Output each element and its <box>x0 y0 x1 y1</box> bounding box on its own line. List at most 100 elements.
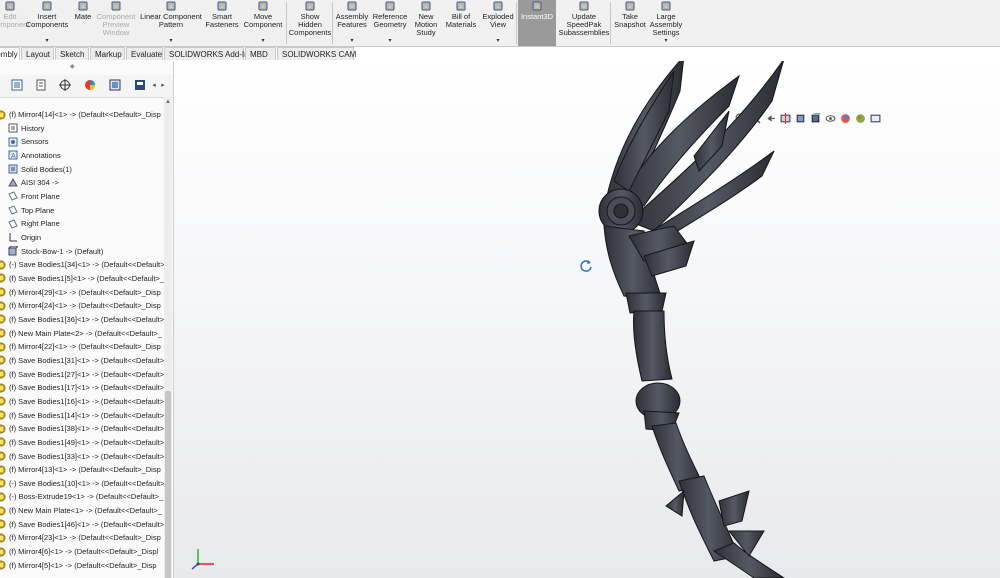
tree-item[interactable]: (f) Save Bodies1[16]<1> -> (Default<<Def… <box>0 395 164 408</box>
tree-item[interactable]: (f) Save Bodies1[14]<1> -> (Default<<Def… <box>0 409 164 422</box>
ribbon-button-label: Bill of Materials <box>445 12 477 29</box>
tab-mbd[interactable]: MBD <box>245 47 276 60</box>
tree-item[interactable]: (f) Save Bodies1[27]<1> -> (Default<<Def… <box>0 368 164 381</box>
ribbon-button-motion-study[interactable]: New Motion Study <box>410 0 442 46</box>
tab-evaluate[interactable]: Evaluate <box>126 47 163 60</box>
ribbon-button-label: Component Preview Window <box>96 12 136 37</box>
tree-item-label: (-) Save Bodies1[10]<1> -> (Default<<Def… <box>9 478 165 488</box>
tree-item[interactable]: (f) Save Bodies1[5]<1> -> (Default<<Defa… <box>0 272 164 285</box>
component-icon <box>0 328 6 338</box>
tree-item[interactable]: Right Plane <box>8 217 60 230</box>
tree-item[interactable]: (-) Save Bodies1[34]<1> -> (Default<<Def… <box>0 258 165 271</box>
tab-solidworks-add-ins[interactable]: SOLIDWORKS Add-Ins <box>164 47 253 60</box>
component-icon <box>0 301 6 311</box>
tree-item-label: (f) Save Bodies1[49]<1> -> (Default<<Def… <box>9 437 165 447</box>
tree-item[interactable]: Sensors <box>8 135 49 148</box>
tree-item[interactable]: (f) Mirror4[22]<1> -> (Default<<Default>… <box>0 340 161 353</box>
chevron-down-icon[interactable]: ▾ <box>261 38 264 46</box>
ribbon-button-label: Smart Fasteners <box>205 12 239 29</box>
ribbon-button-speedpak[interactable]: Update SpeedPak Subassemblies <box>556 0 612 46</box>
ribbon-button-large-assembly[interactable]: Large Assembly Settings ▾ <box>648 0 684 46</box>
ribbon-button-instant3d[interactable]: Instant3D <box>518 0 556 46</box>
chevron-down-icon[interactable]: ▾ <box>664 38 667 46</box>
ribbon-button-bill-of-materials[interactable]: Bill of Materials <box>442 0 480 46</box>
tree-item-label: (f) Mirror4[6]<1> -> (Default<<Default>_… <box>9 547 159 557</box>
ribbon-button-label: Exploded View <box>482 12 514 29</box>
scrollbar-thumb[interactable] <box>165 391 171 578</box>
chevron-down-icon[interactable]: ▾ <box>45 38 48 46</box>
tree-item[interactable]: (f) Save Bodies1[31]<1> -> (Default<<Def… <box>0 354 164 367</box>
tree-item[interactable]: (f) Save Bodies1[46]<1> -> (Default<<Def… <box>0 518 164 531</box>
ribbon-button-insert-components[interactable]: Insert Components ▾ <box>22 0 72 46</box>
panel-grip-icon[interactable]: ◆ <box>70 63 75 70</box>
bow-model-3d[interactable] <box>174 61 1000 578</box>
ribbon-separator <box>286 2 287 44</box>
ribbon-button-component-preview[interactable]: Component Preview Window <box>94 0 138 46</box>
tree-item[interactable]: (f) Mirror4[23]<1> -> (Default<<Default>… <box>0 531 161 544</box>
ribbon-button-smart-fasteners[interactable]: Smart Fasteners <box>204 0 240 46</box>
tree-item[interactable]: History <box>8 122 44 135</box>
tree-item[interactable]: (f) Save Bodies1[17]<1> -> (Default<<Def… <box>0 381 164 394</box>
cam-manager-icon[interactable] <box>108 78 122 92</box>
ribbon-button-linear-pattern[interactable]: Linear Component Pattern ▾ <box>138 0 204 46</box>
tab-scroll-right-icon[interactable]: ▸ <box>159 78 167 92</box>
tab-layout[interactable]: Layout <box>21 47 54 60</box>
tab-scroll-left-icon[interactable]: ◂ <box>150 78 158 92</box>
tree-item[interactable]: (f) Save Bodies1[38]<1> -> (Default<<Def… <box>0 422 164 435</box>
tree-item[interactable]: (f) New Main Plate<2> -> (Default<<Defau… <box>0 327 162 340</box>
chevron-down-icon[interactable]: ▾ <box>169 38 172 46</box>
ribbon-button-snapshot[interactable]: Take Snapshot <box>612 0 648 46</box>
tree-item-label: Front Plane <box>21 191 60 201</box>
plane-icon <box>8 219 18 229</box>
tree-item[interactable]: (f) Save Bodies1[49]<1> -> (Default<<Def… <box>0 436 164 449</box>
chevron-down-icon[interactable]: ▾ <box>388 38 391 46</box>
graphics-area[interactable] <box>174 61 1000 578</box>
ribbon-button-label: Insert Components <box>25 12 69 29</box>
scroll-up-icon[interactable]: ▲ <box>165 99 171 105</box>
tab-markup[interactable]: Markup <box>90 47 125 60</box>
tree-item[interactable]: AISI 304 -> <box>8 176 59 189</box>
featuremanager-tree-icon[interactable] <box>10 78 24 92</box>
tab-solidworks-cam[interactable]: SOLIDWORKS CAM <box>277 47 356 60</box>
ribbon-button-show-hidden[interactable]: Show Hidden Components <box>288 0 332 46</box>
tree-item[interactable]: (f) Save Bodies1[33]<1> -> (Default<<Def… <box>0 450 164 463</box>
tree-item[interactable]: Solid Bodies(1) <box>8 163 72 176</box>
tree-item[interactable]: (f) Mirror4[5]<1> -> (Default<<Default>_… <box>0 559 157 572</box>
tree-item[interactable]: Origin <box>8 231 41 244</box>
component-icon <box>0 451 6 461</box>
tree-item[interactable]: (f) Save Bodies1[36]<1> -> (Default<<Def… <box>0 313 164 326</box>
tab-assembly[interactable]: Assembly <box>0 47 20 60</box>
tree-item[interactable]: (f) Mirror4[6]<1> -> (Default<<Default>_… <box>0 545 158 558</box>
ribbon-button-exploded-view[interactable]: Exploded View ▾ <box>480 0 516 46</box>
tree-item-label: (f) Save Bodies1[17]<1> -> (Default<<Def… <box>9 383 165 393</box>
tree-item[interactable]: (f) Mirror4[24]<1> -> (Default<<Default>… <box>0 299 161 312</box>
ribbon-button-assembly-features[interactable]: Assembly Features ▾ <box>334 0 370 46</box>
tree-item[interactable]: (f) Mirror4[13]<1> -> (Default<<Default>… <box>0 463 161 476</box>
tree-item-label: (f) Save Bodies1[33]<1> -> (Default<<Def… <box>9 451 165 461</box>
tree-item[interactable]: (-) Boss-Extrude19<1> -> (Default<<Defau… <box>0 490 163 503</box>
ribbon-button-move-component[interactable]: Move Component ▾ <box>240 0 286 46</box>
ribbon-separator <box>610 2 611 44</box>
tree-item[interactable]: A Annotations <box>8 149 61 162</box>
display-manager-icon[interactable] <box>83 78 97 92</box>
ribbon-button-edit-component[interactable]: Edit Component <box>0 0 29 46</box>
tree-item[interactable]: (f) Mirror4[14]<1> -> (Default<<Default>… <box>0 108 161 121</box>
tree-item[interactable]: (f) Mirror4[29]<1> -> (Default<<Default>… <box>0 286 161 299</box>
dimxpert-manager-icon[interactable] <box>133 78 147 92</box>
ribbon-separator <box>332 2 333 44</box>
tree-item[interactable]: Stock-Bow-1 -> (Default) <box>7 245 103 258</box>
tree-item[interactable]: (f) New Main Plate<1> -> (Default<<Defau… <box>0 504 162 517</box>
tree-item[interactable]: (-) Save Bodies1[10]<1> -> (Default<<Def… <box>0 477 165 490</box>
property-manager-icon[interactable] <box>34 78 48 92</box>
tree-item[interactable]: Top Plane <box>8 204 54 217</box>
ribbon-button-reference-geometry[interactable]: Reference Geometry ▾ <box>370 0 410 46</box>
ribbon-button-mate[interactable]: Mate <box>72 0 94 46</box>
tree-item-label: (f) Save Bodies1[46]<1> -> (Default<<Def… <box>9 519 165 529</box>
chevron-down-icon[interactable]: ▾ <box>496 38 499 46</box>
tab-sketch[interactable]: Sketch <box>55 47 89 60</box>
configuration-manager-icon[interactable] <box>58 78 72 92</box>
component-icon <box>0 492 6 502</box>
tree-item[interactable]: Front Plane <box>8 190 60 203</box>
component-preview-icon <box>111 1 121 11</box>
chevron-down-icon[interactable]: ▾ <box>350 38 353 46</box>
